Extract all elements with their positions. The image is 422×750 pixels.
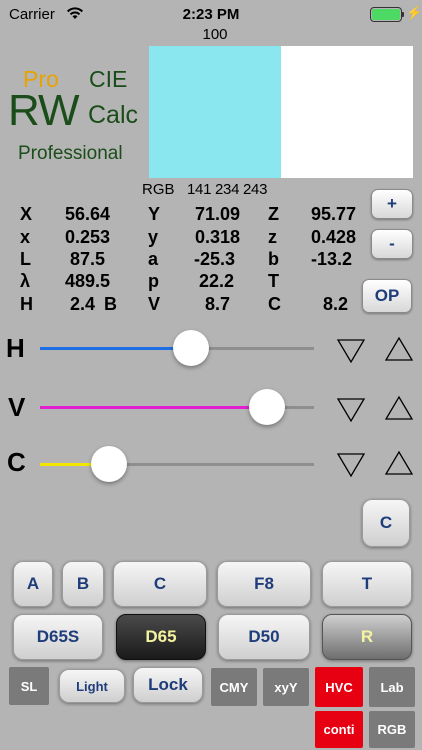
label-X: X — [20, 204, 33, 224]
label-x: x — [20, 227, 31, 247]
value-V: 8.7 — [204, 294, 230, 314]
key-d65[interactable]: D65 — [116, 614, 206, 660]
logo-rw: RW — [8, 86, 80, 135]
label-a: a — [148, 249, 159, 269]
label-z: z — [268, 227, 277, 247]
c-decrease-icon[interactable] — [336, 451, 366, 479]
c-increase-icon[interactable] — [384, 449, 414, 477]
value-y: 0.318 — [194, 227, 240, 247]
key-r[interactable]: R — [322, 614, 412, 660]
key-d50[interactable]: D50 — [218, 614, 310, 660]
slider-knob-h[interactable] — [172, 330, 209, 366]
slider-knob-c[interactable] — [90, 446, 127, 482]
key-rgb[interactable]: RGB — [369, 711, 415, 748]
value-C: 8.2 — [322, 294, 348, 314]
key-c[interactable]: C — [113, 561, 207, 607]
key-b[interactable]: B — [62, 561, 104, 607]
clock: 2:23 PM — [182, 6, 240, 23]
label-C: C — [268, 294, 281, 314]
key-cmy[interactable]: CMY — [211, 668, 257, 706]
value-Z: 95.77 — [310, 204, 356, 224]
label-b: b — [268, 249, 279, 269]
key-d65s[interactable]: D65S — [13, 614, 103, 660]
value-a: -25.3 — [193, 249, 235, 269]
rgb-label: RGB — [142, 181, 175, 198]
battery-tip — [402, 12, 404, 17]
value-Y: 71.09 — [194, 204, 240, 224]
logo-professional: Professional — [18, 143, 123, 164]
value-X: 56.64 — [64, 204, 110, 224]
key-conti[interactable]: conti — [315, 711, 363, 748]
value-L: 87.5 — [69, 249, 105, 269]
top-value: 100 — [202, 26, 228, 43]
h-decrease-icon[interactable] — [336, 337, 366, 365]
value-b: -13.2 — [310, 249, 352, 269]
label-p: p — [148, 271, 159, 291]
c-side-button[interactable]: C — [362, 499, 410, 547]
slider-label-h: H — [6, 333, 25, 363]
slider-track-c[interactable] — [40, 463, 314, 466]
color-swatch-reference — [281, 46, 413, 178]
label-Z: Z — [268, 204, 279, 224]
rgb-values: 141 234 243 — [187, 181, 268, 198]
h-increase-icon[interactable] — [384, 335, 414, 363]
label-B: B — [104, 294, 117, 314]
key-a[interactable]: A — [13, 561, 53, 607]
label-y: y — [148, 227, 159, 247]
value-x: 0.253 — [64, 227, 110, 247]
slider-fill-v — [40, 406, 268, 409]
key-t[interactable]: T — [322, 561, 412, 607]
op-button[interactable]: OP — [362, 279, 412, 313]
slider-label-c: C — [7, 447, 26, 477]
battery-icon — [370, 7, 402, 22]
key-lock[interactable]: Lock — [133, 667, 203, 703]
v-decrease-icon[interactable] — [336, 396, 366, 424]
label-T: T — [268, 271, 279, 291]
color-swatch-sample — [149, 46, 281, 178]
label-H: H — [20, 294, 33, 314]
minus-button[interactable]: - — [371, 229, 413, 259]
label-V: V — [148, 294, 161, 314]
label-Y: Y — [148, 204, 161, 224]
label-L: L — [20, 249, 31, 269]
key-hvc[interactable]: HVC — [315, 667, 363, 707]
key-lab[interactable]: Lab — [369, 667, 415, 707]
key-xyy[interactable]: xyY — [263, 668, 309, 706]
status-bar: Carrier 2:23 PM ⚡ — [0, 0, 422, 28]
logo-cie: CIE — [89, 66, 128, 92]
value-z: 0.428 — [310, 227, 356, 247]
value-p: 22.2 — [198, 271, 234, 291]
slider-fill-h — [40, 347, 191, 350]
charging-icon: ⚡ — [406, 5, 422, 20]
slider-label-v: V — [8, 392, 26, 422]
key-f8[interactable]: F8 — [217, 561, 311, 607]
v-increase-icon[interactable] — [384, 394, 414, 422]
key-light[interactable]: Light — [59, 669, 125, 703]
key-sl[interactable]: SL — [9, 667, 49, 705]
value-lambda: 489.5 — [64, 271, 110, 291]
logo-calc: Calc — [88, 101, 139, 129]
plus-button[interactable]: + — [371, 189, 413, 219]
label-lambda: λ — [20, 271, 31, 291]
value-H: 2.4 — [69, 294, 95, 314]
slider-knob-v[interactable] — [249, 389, 286, 425]
